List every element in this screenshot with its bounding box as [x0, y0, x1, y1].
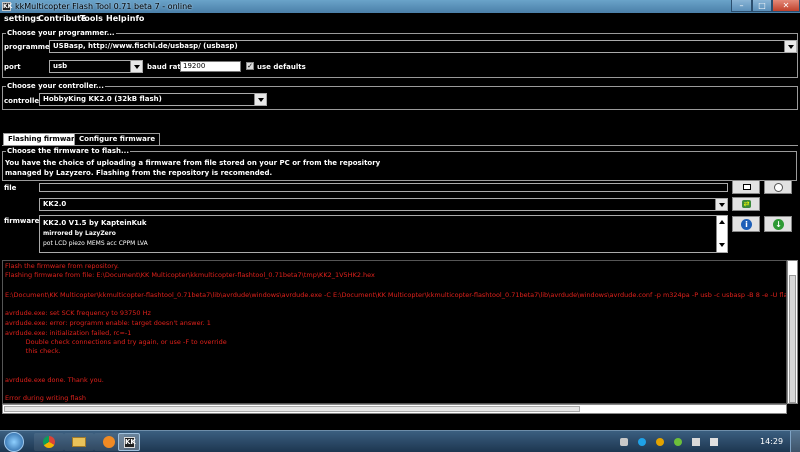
- port-select[interactable]: usb: [49, 60, 143, 73]
- menu-tools[interactable]: Tools: [80, 14, 103, 23]
- firmware-mirrored-by: mirrored by LazyZero: [43, 230, 116, 237]
- log-scroll-thumb[interactable]: [789, 275, 796, 403]
- close-icon: ✕: [782, 1, 790, 10]
- minimize-icon: –: [739, 1, 744, 10]
- firmware-list-scrollbar[interactable]: [716, 216, 727, 252]
- log-line: this check.: [5, 347, 61, 355]
- menu-contribute[interactable]: Contribute: [38, 14, 86, 23]
- firmware-description-line1: You have the choice of uploading a firmw…: [5, 159, 381, 167]
- use-defaults-checkbox[interactable]: ✓: [246, 62, 254, 70]
- programmer-label: programmer: [4, 43, 54, 51]
- port-label: port: [4, 63, 21, 71]
- download-icon: ↓: [773, 219, 784, 230]
- log-line: Double check connections and try again, …: [5, 338, 227, 346]
- tray-app-icon[interactable]: [656, 438, 664, 446]
- minimize-button[interactable]: –: [731, 0, 752, 12]
- title-bar: KK kkMulticopter Flash Tool 0.71 beta 7 …: [0, 0, 800, 13]
- taskbar-kkflashtool[interactable]: KK: [118, 433, 140, 451]
- log-hscroll-thumb[interactable]: [4, 406, 580, 412]
- show-desktop-button[interactable]: [790, 431, 800, 452]
- log-line: Error during writing flash: [5, 394, 86, 402]
- log-output: Flash the firmware from repository. Flas…: [2, 260, 787, 404]
- log-line: avrdude.exe: error: programm enable: tar…: [5, 319, 211, 327]
- log-line: avrdude.exe: initialization failed, rc=-…: [5, 329, 132, 337]
- log-horizontal-scrollbar[interactable]: [2, 404, 787, 414]
- tray-monitor-icon[interactable]: [692, 438, 700, 446]
- port-value: usb: [53, 62, 68, 70]
- tray-flag-icon[interactable]: [620, 438, 628, 446]
- taskbar-clock[interactable]: 14:29: [760, 437, 783, 446]
- programmer-select[interactable]: USBasp, http://www.fischl.de/usbasp/ (us…: [49, 40, 797, 53]
- media-player-icon: [103, 436, 115, 448]
- log-line: avrdude.exe done. Thank you.: [5, 376, 104, 384]
- kk-app-icon: KK: [124, 437, 136, 448]
- firmware-select-value: KK2.0: [43, 200, 67, 208]
- record-icon: [774, 183, 783, 192]
- log-line: Flash the firmware from repository.: [5, 262, 119, 270]
- taskbar-chrome-icon[interactable]: [34, 433, 64, 451]
- controller-select[interactable]: HobbyKing KK2.0 (32kB flash): [39, 93, 267, 106]
- firmware-list[interactable]: KK2.0 V1.5 by KapteinKuk mirrored by Laz…: [39, 215, 728, 253]
- folder-icon: [72, 437, 86, 447]
- chevron-down-icon: [715, 199, 727, 210]
- scroll-up-icon: [719, 220, 725, 224]
- taskbar-explorer-icon[interactable]: [64, 433, 94, 451]
- firmware-legend: Choose the firmware to flash...: [6, 147, 130, 155]
- refresh-icon: ⇄: [742, 200, 751, 208]
- menu-info[interactable]: info: [127, 14, 144, 23]
- windows-start-icon[interactable]: [4, 432, 24, 452]
- maximize-button[interactable]: □: [752, 0, 772, 12]
- chevron-down-icon: [254, 94, 266, 105]
- maximize-icon: □: [758, 1, 766, 10]
- monitor-icon: [743, 184, 751, 190]
- tray-app2-icon[interactable]: [674, 438, 682, 446]
- menu-help[interactable]: Help: [106, 14, 127, 23]
- refresh-button[interactable]: ⇄: [732, 197, 760, 211]
- menu-bar: settings Contribute Tools Help info: [0, 13, 800, 25]
- record-button[interactable]: [764, 180, 792, 194]
- chrome-icon: [43, 436, 55, 448]
- taskbar: KK 14:29: [0, 430, 800, 452]
- chevron-down-icon: [130, 61, 142, 72]
- scroll-down-icon: [719, 243, 725, 247]
- close-button[interactable]: ✕: [772, 0, 800, 12]
- browse-file-button[interactable]: [732, 180, 760, 194]
- baud-input[interactable]: 19200: [180, 61, 241, 72]
- tray-network-icon[interactable]: [638, 438, 646, 446]
- info-icon: i: [741, 219, 752, 230]
- menu-settings[interactable]: settings: [4, 14, 41, 23]
- controller-label: controller: [4, 97, 43, 105]
- controller-legend: Choose your controller...: [6, 82, 105, 90]
- firmware-features: pot LCD piezo MEMS acc CPPM LVA: [43, 240, 148, 247]
- download-button[interactable]: ↓: [764, 216, 792, 232]
- file-label: file: [4, 184, 17, 192]
- window-title: kkMulticopter Flash Tool 0.71 beta 7 - o…: [15, 2, 193, 11]
- log-vertical-scrollbar[interactable]: [787, 260, 798, 404]
- programmer-legend: Choose your programmer...: [6, 29, 116, 37]
- log-line: Flashing firmware from file: E:\Document…: [5, 271, 375, 279]
- firmware-description-line2: managed by Lazyzero. Flashing from the r…: [5, 169, 273, 177]
- log-line: avrdude.exe: set SCK frequency to 93750 …: [5, 309, 151, 317]
- tab-flashing-firmware[interactable]: Flashing firmware: [3, 133, 85, 145]
- use-defaults-label: use defaults: [257, 63, 306, 71]
- firmware-label: firmware: [4, 217, 40, 225]
- app-icon: KK: [2, 2, 13, 11]
- firmware-select[interactable]: KK2.0: [39, 198, 728, 211]
- tab-configure-firmware[interactable]: Configure firmware: [74, 133, 161, 145]
- tab-divider: [2, 145, 798, 146]
- log-line: E:\Document\KK Multicopter\kkmulticopter…: [5, 291, 787, 299]
- info-button[interactable]: i: [732, 216, 760, 232]
- file-path-input[interactable]: [39, 183, 728, 192]
- tray-volume-icon[interactable]: [710, 438, 718, 446]
- controller-value: HobbyKing KK2.0 (32kB flash): [43, 95, 162, 103]
- programmer-value: USBasp, http://www.fischl.de/usbasp/ (us…: [53, 42, 238, 50]
- firmware-title: KK2.0 V1.5 by KapteinKuk: [43, 219, 147, 227]
- chevron-down-icon: [784, 41, 796, 52]
